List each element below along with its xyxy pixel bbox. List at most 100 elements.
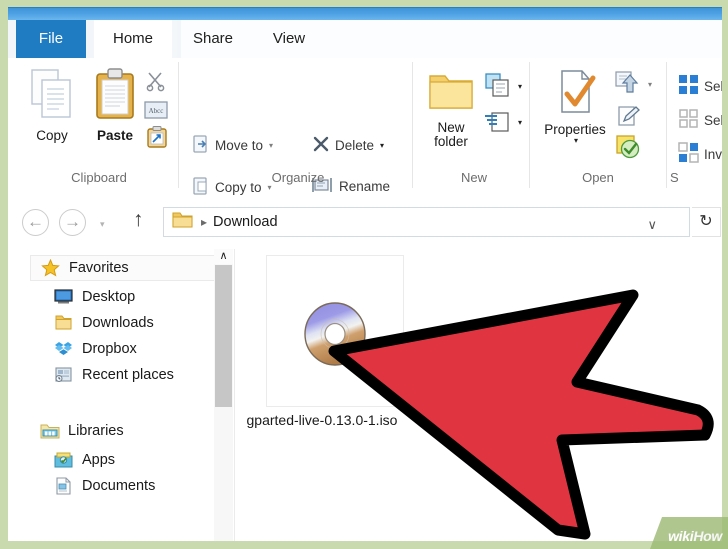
folder-icon (172, 211, 193, 234)
sidebar-item-recent-places[interactable]: Recent places (54, 362, 174, 388)
screenshot-root: File Home Share View Copy Paste Abcc Cli… (0, 0, 728, 549)
paste-shortcut-button[interactable] (146, 126, 168, 153)
select-all-icon (678, 74, 700, 99)
ribbon: Copy Paste Abcc Clipboard Move to ▾ Copy… (8, 58, 722, 197)
recent-locations-button[interactable]: ▾ (100, 219, 105, 230)
invert-selection-icon (678, 142, 700, 167)
chevron-down-icon[interactable]: ▾ (648, 80, 652, 89)
group-label-clipboard: Clipboard (71, 170, 127, 185)
edit-button[interactable] (616, 104, 642, 133)
back-button[interactable]: ← (22, 209, 49, 236)
tab-home[interactable]: Home (94, 20, 172, 58)
sidebar-label-favorites: Favorites (69, 260, 129, 276)
sidebar-item-downloads[interactable]: Downloads (54, 310, 154, 336)
chevron-down-icon[interactable]: ▾ (538, 136, 614, 145)
new-item-button[interactable]: ▾ (484, 72, 522, 101)
scroll-up-icon[interactable]: ∧ (214, 249, 233, 264)
open-with-icon (614, 70, 642, 99)
ribbon-separator (666, 62, 667, 188)
address-bar: ← → ▾ ↑ ▸ Download ∨ ↻ (8, 196, 722, 249)
libraries-icon (40, 422, 60, 440)
group-label-new: New (460, 170, 487, 185)
sidebar-item-libraries[interactable]: Libraries (30, 418, 216, 444)
chevron-down-icon[interactable]: ▾ (269, 141, 273, 150)
invert-selection-button[interactable]: Inv (678, 142, 722, 167)
navigation-pane: Favorites Desktop Downloads Dropbox Rece… (16, 249, 216, 541)
chevron-down-icon[interactable]: ▾ (380, 141, 384, 150)
easy-access-icon (484, 108, 512, 137)
sidebar-label-desktop: Desktop (82, 289, 136, 305)
cut-button[interactable] (145, 70, 167, 97)
explorer-body: Favorites Desktop Downloads Dropbox Rece… (8, 249, 722, 541)
history-icon (615, 135, 643, 164)
up-one-level-button[interactable]: ↑ (133, 208, 144, 232)
select-none-label: Sel (704, 113, 722, 128)
ribbon-separator (412, 62, 413, 188)
move-to-icon (191, 134, 211, 157)
scrollbar-thumb[interactable] (215, 265, 232, 407)
tab-view[interactable]: View (256, 20, 322, 58)
tab-file[interactable]: File (16, 20, 86, 58)
group-label-select: S (670, 170, 679, 185)
easy-access-button[interactable]: ▾ (484, 108, 522, 137)
properties-icon (551, 70, 599, 120)
refresh-button[interactable]: ↻ (692, 207, 721, 237)
chevron-down-icon[interactable]: ▾ (518, 82, 522, 91)
history-button[interactable] (615, 134, 643, 165)
address-dropdown-icon[interactable]: ∨ (647, 217, 657, 233)
forward-button[interactable]: → (59, 209, 86, 236)
copy-icon (29, 69, 75, 126)
breadcrumb-separator-icon: ▸ (201, 215, 208, 229)
move-to-button[interactable]: Move to ▾ (191, 134, 273, 157)
copy-path-button[interactable]: Abcc (143, 100, 169, 125)
group-label-open: Open (582, 170, 614, 185)
paste-button[interactable]: Paste (86, 68, 144, 143)
sidebar-label-dropbox: Dropbox (82, 341, 137, 357)
select-none-button[interactable]: Sel (678, 108, 722, 133)
sidebar-label-recent-places: Recent places (82, 367, 174, 383)
forward-arrow-icon: → (64, 212, 81, 231)
new-folder-button[interactable]: New folder (421, 68, 481, 149)
sidebar-item-documents[interactable]: Documents (54, 473, 155, 499)
scissors-icon (145, 72, 167, 96)
recent-places-icon (54, 366, 74, 384)
select-all-button[interactable]: Sel (678, 74, 722, 99)
breadcrumb-download[interactable]: Download (213, 214, 278, 230)
sidebar-item-favorites[interactable]: Favorites (30, 255, 216, 281)
desktop-icon (54, 288, 74, 306)
dropbox-icon (54, 340, 74, 358)
copy-button[interactable]: Copy (24, 68, 80, 143)
paste-shortcut-icon (146, 126, 168, 152)
address-field[interactable]: ▸ Download ∨ (163, 207, 690, 237)
sidebar-label-libraries: Libraries (68, 423, 124, 439)
sidebar-label-apps: Apps (82, 452, 116, 468)
file-list-pane[interactable]: gparted-live-0.13.0-1.iso (236, 249, 722, 541)
apps-icon (54, 451, 74, 469)
sidebar-item-desktop[interactable]: Desktop (54, 284, 135, 310)
sidebar-label-downloads: Downloads (82, 315, 154, 331)
file-item-gparted-iso[interactable] (266, 255, 404, 407)
delete-button[interactable]: Delete ▾ (311, 134, 384, 157)
sidebar-label-documents: Documents (82, 478, 156, 494)
copy-path-icon: Abcc (143, 101, 169, 124)
open-with-button[interactable]: ▾ (614, 70, 652, 99)
sidebar-item-apps[interactable]: Apps (54, 447, 115, 473)
ribbon-tab-row: File Home Share View (8, 20, 722, 59)
delete-label: Delete (335, 138, 375, 153)
navigation-pane-scrollbar[interactable]: ∧ (214, 249, 233, 541)
star-icon (41, 258, 61, 277)
window-title-bar (8, 7, 722, 21)
chevron-down-icon[interactable]: ▾ (518, 118, 522, 127)
new-item-icon (484, 72, 512, 101)
new-folder-icon (426, 75, 476, 118)
group-label-organize: Organize (271, 170, 325, 185)
delete-x-icon (311, 134, 331, 157)
sidebar-item-dropbox[interactable]: Dropbox (54, 336, 137, 362)
properties-button[interactable]: Properties ▾ (536, 68, 614, 145)
svg-text:Abcc: Abcc (149, 107, 164, 115)
pane-divider (234, 249, 235, 541)
documents-icon (54, 477, 74, 495)
tab-share[interactable]: Share (176, 20, 250, 58)
new-folder-label: New folder (434, 120, 468, 149)
downloads-folder-icon (54, 314, 74, 332)
